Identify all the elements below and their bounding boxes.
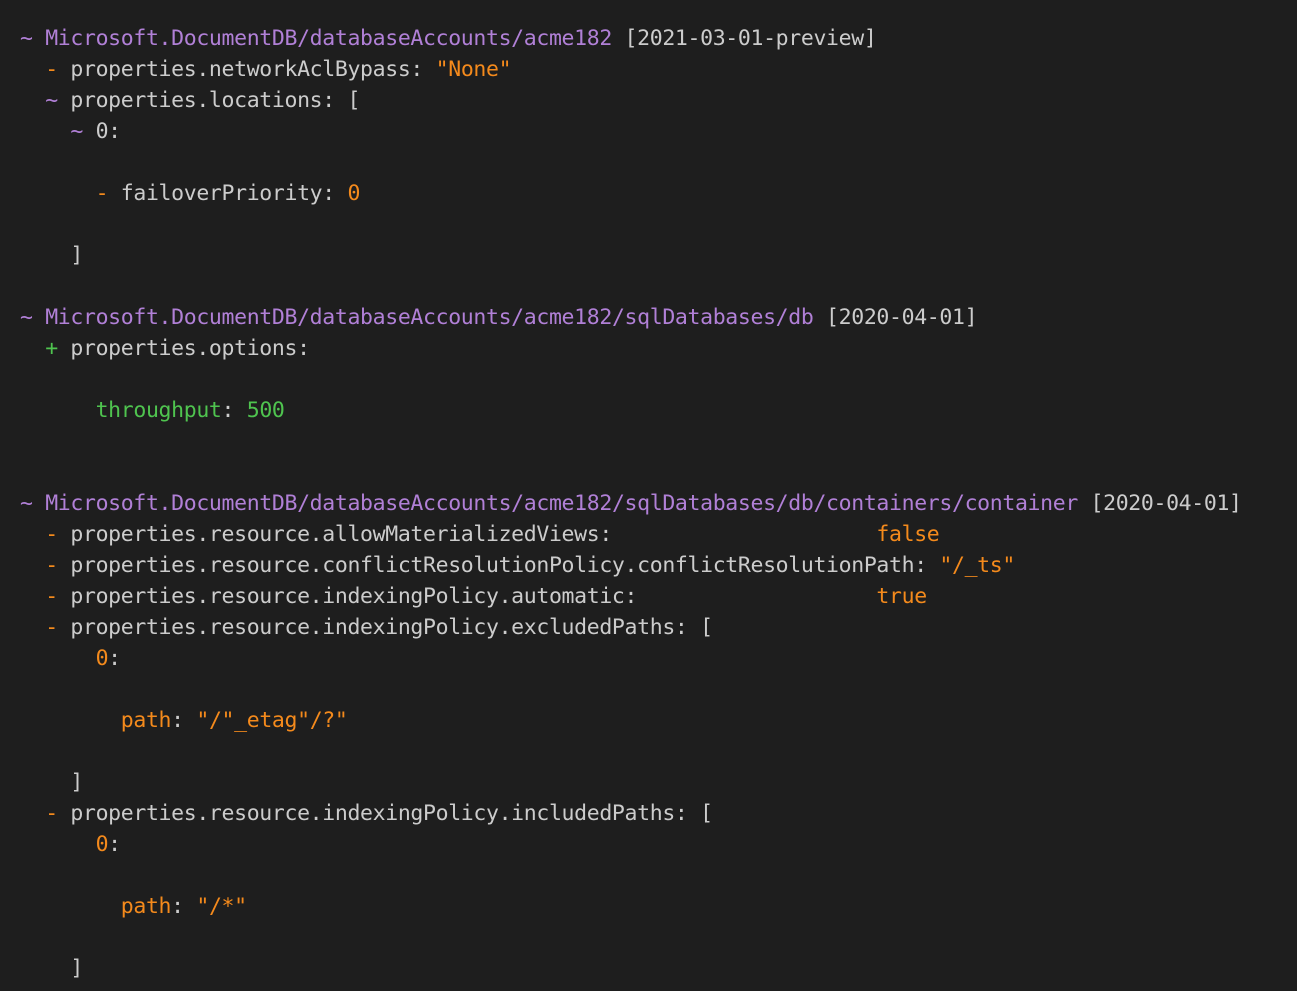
line-segment: 0 bbox=[347, 181, 361, 206]
line-segment: ~ bbox=[20, 119, 96, 144]
line-segment: ] bbox=[20, 956, 83, 981]
line-segment: ~ bbox=[20, 88, 71, 113]
line-segment: false bbox=[876, 522, 940, 547]
line-segment: ~ bbox=[20, 26, 46, 51]
line-segment: 500 bbox=[246, 398, 285, 423]
line-segment: - bbox=[20, 181, 121, 206]
change-line-removed: - properties.resource.indexingPolicy.exc… bbox=[20, 612, 713, 643]
line-segment: true bbox=[876, 584, 927, 609]
added-property-line: throughput: 500 bbox=[20, 395, 285, 426]
line-segment: [2020-04-01] bbox=[1077, 491, 1242, 516]
array-index-line: ~ 0: bbox=[20, 116, 121, 147]
change-line-removed: - properties.resource.indexingPolicy.inc… bbox=[20, 798, 713, 829]
line-segment: [2020-04-01] bbox=[813, 305, 978, 330]
line-segment: path bbox=[20, 894, 172, 919]
array-close-line: ] bbox=[20, 240, 83, 271]
line-segment: properties.resource.conflictResolutionPo… bbox=[70, 553, 940, 578]
line-segment: Microsoft.DocumentDB/databaseAccounts/ac… bbox=[45, 491, 1078, 516]
line-segment: : bbox=[171, 894, 197, 919]
change-line-removed: - failoverPriority: 0 bbox=[20, 178, 361, 209]
line-segment: properties.resource.indexingPolicy.inclu… bbox=[70, 801, 713, 826]
line-segment: "/*" bbox=[196, 894, 247, 919]
array-close-line: ] bbox=[20, 767, 83, 798]
resource-header-sql-database: ~ Microsoft.DocumentDB/databaseAccounts/… bbox=[20, 302, 978, 333]
line-segment: - bbox=[20, 584, 71, 609]
line-segment: properties.resource.indexingPolicy.exclu… bbox=[70, 615, 713, 640]
line-segment: : bbox=[108, 832, 121, 857]
line-segment: properties.resource.indexingPolicy.autom… bbox=[70, 584, 877, 609]
line-segment: Microsoft.DocumentDB/databaseAccounts/ac… bbox=[45, 26, 612, 51]
line-segment: properties.networkAclBypass: bbox=[70, 57, 436, 82]
line-segment: : bbox=[171, 708, 197, 733]
removed-property-line: path: "/*" bbox=[20, 891, 247, 922]
line-segment: "/"_etag"/?" bbox=[196, 708, 348, 733]
array-close-line: ] bbox=[20, 953, 83, 984]
line-segment: throughput bbox=[20, 398, 222, 423]
line-segment: [2021-03-01-preview] bbox=[611, 26, 877, 51]
line-segment: + bbox=[20, 336, 71, 361]
line-segment: path bbox=[20, 708, 172, 733]
line-segment: 0 bbox=[20, 832, 109, 857]
resource-header-container: ~ Microsoft.DocumentDB/databaseAccounts/… bbox=[20, 488, 1242, 519]
line-segment: 0: bbox=[95, 119, 122, 144]
line-segment: - bbox=[20, 522, 71, 547]
line-segment: ~ bbox=[20, 491, 46, 516]
line-segment: "/_ts" bbox=[939, 553, 1015, 578]
line-segment: : bbox=[221, 398, 247, 423]
line-segment: : bbox=[108, 646, 121, 671]
line-segment: properties.options: bbox=[70, 336, 310, 361]
resource-header-account: ~ Microsoft.DocumentDB/databaseAccounts/… bbox=[20, 23, 877, 54]
line-segment: "None" bbox=[435, 57, 512, 82]
change-line-removed: - properties.networkAclBypass: "None" bbox=[20, 54, 511, 85]
line-segment: Microsoft.DocumentDB/databaseAccounts/ac… bbox=[45, 305, 814, 330]
terminal-output: ~ Microsoft.DocumentDB/databaseAccounts/… bbox=[0, 0, 1297, 991]
change-line-modified: ~ properties.locations: [ bbox=[20, 85, 360, 116]
line-segment: - bbox=[20, 615, 71, 640]
change-line-removed: - properties.resource.allowMaterializedV… bbox=[20, 519, 940, 550]
line-segment: ] bbox=[20, 770, 83, 795]
line-segment: - bbox=[20, 57, 71, 82]
array-index-line: 0: bbox=[20, 829, 122, 860]
line-segment: - bbox=[20, 553, 71, 578]
line-segment: - bbox=[20, 801, 71, 826]
line-segment: properties.locations: [ bbox=[70, 88, 361, 113]
change-line-removed: - properties.resource.indexingPolicy.aut… bbox=[20, 581, 927, 612]
removed-property-line: path: "/"_etag"/?" bbox=[20, 705, 348, 736]
line-segment: ] bbox=[20, 243, 83, 268]
change-line-removed: - properties.resource.conflictResolution… bbox=[20, 550, 1015, 581]
line-segment: ~ bbox=[20, 305, 46, 330]
array-index-line: 0: bbox=[20, 643, 122, 674]
line-segment: properties.resource.allowMaterializedVie… bbox=[70, 522, 877, 547]
line-segment: 0 bbox=[20, 646, 109, 671]
line-segment: failoverPriority: bbox=[120, 181, 348, 206]
change-line-added: + properties.options: bbox=[20, 333, 310, 364]
